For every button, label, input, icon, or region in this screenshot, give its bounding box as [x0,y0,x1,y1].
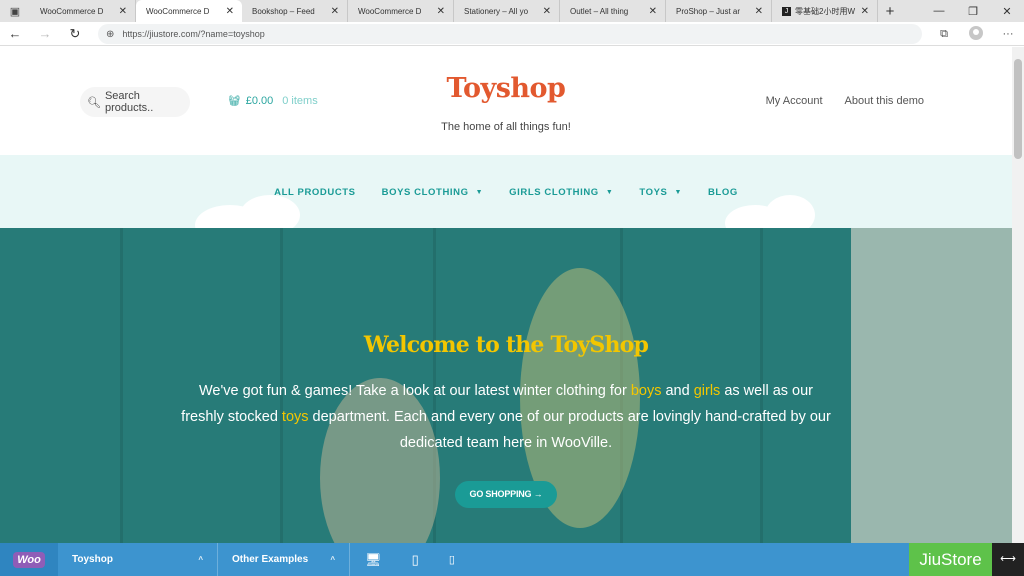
tab-label: WooCommerce D [40,6,104,16]
browser-tab[interactable]: WooCommerce D ✕ [30,0,136,22]
nav-item[interactable]: BLOG [708,187,738,198]
hero-title: Welcome to the ToyShop [363,332,649,358]
site-header: 🔍︎ Search products.. 🧺︎ £0.00 0 items To… [0,47,1012,165]
hero-text-segment: department. Each and every one of our pr… [308,409,831,451]
demo-bar: Woo Toyshop ^ Other Examples ^ 🖥︎ ▯ ▯ Ji… [0,543,1024,576]
go-shopping-button[interactable]: GO SHOPPING → [455,481,557,508]
forward-icon[interactable]: → [30,26,60,41]
browser-toolbar: ← → ↻ ⊕ https://jiustore.com/?name=toysh… [0,22,1024,46]
other-examples-select[interactable]: Other Examples ^ [218,543,350,576]
restore-icon[interactable]: ❐ [956,0,990,22]
other-examples-label: Other Examples [232,554,309,565]
globe-icon: ⊕ [106,28,115,40]
main-navigation: ALL PRODUCTS BOYS CLOTHING ▼ GIRLS CLOTHING… [0,187,1012,198]
device-switcher: 🖥︎ ▯ ▯ [350,543,470,576]
close-tab-icon[interactable]: ✕ [119,6,127,17]
collapse-bar-icon[interactable]: ⟷ [992,543,1024,576]
current-demo-select[interactable]: Toyshop ^ [58,543,218,576]
hero-banner: Welcome to the ToyShop We've got fun & g… [0,228,1012,543]
nav-item-label: ALL PRODUCTS [274,187,356,198]
close-tab-icon[interactable]: ✕ [755,6,763,17]
reload-icon[interactable]: ↻ [60,26,90,42]
tab-actions-icon[interactable]: ▣ [0,0,30,22]
close-window-icon[interactable]: ✕ [990,0,1024,22]
tab-label: 零基础2小时用W [795,6,855,16]
scallop-border [0,155,1012,163]
tab-favicon-icon: J [782,6,791,16]
chevron-down-icon: ▼ [475,189,484,196]
toys-link[interactable]: toys [282,409,309,425]
nav-item[interactable]: BOYS CLOTHING ▼ [382,187,484,198]
tab-label: WooCommerce D [146,6,210,16]
address-bar[interactable]: ⊕ https://jiustore.com/?name=toyshop [98,24,922,44]
browser-tab[interactable]: WooCommerce D ✕ [348,0,454,22]
browser-tab[interactable]: Stationery – All yo ✕ [454,0,560,22]
site-tagline: The home of all things fun! [441,121,571,133]
window-controls: — ❐ ✕ [922,0,1024,22]
my-account-link[interactable]: My Account [766,95,823,107]
close-tab-icon[interactable]: ✕ [649,6,657,17]
browser-tab[interactable]: Outlet – All thing ✕ [560,0,666,22]
tab-label: Bookshop – Feed [252,6,315,16]
current-demo-label: Toyshop [72,554,113,565]
minimize-icon[interactable]: — [922,0,956,22]
tab-label: WooCommerce D [358,6,422,16]
mobile-icon[interactable]: ▯ [449,553,455,566]
desktop-icon[interactable]: 🖥︎ [365,552,382,568]
tab-label: Stationery – All yo [464,6,529,16]
hero-text: We've got fun & games! Take a look at ou… [176,378,836,456]
close-tab-icon[interactable]: ✕ [226,6,234,17]
avatar [969,25,983,40]
more-menu-icon[interactable]: ··· [992,28,1024,40]
extensions-icon[interactable]: ⧉ [928,28,960,41]
girls-link[interactable]: girls [694,383,721,399]
nav-item-label: BLOG [707,187,738,198]
browser-tab[interactable]: ProShop – Just ar ✕ [666,0,772,22]
url-text[interactable]: https://jiustore.com/?name=toyshop [122,29,264,39]
woo-logo[interactable]: Woo [0,543,58,576]
close-tab-icon[interactable]: ✕ [861,6,869,17]
header-links: My Account About this demo [744,95,924,107]
chevron-down-icon: ▼ [605,189,614,196]
hero-text-segment: and [661,383,694,399]
browser-tab[interactable]: Bookshop – Feed ✕ [242,0,348,22]
nav-item[interactable]: TOYS ▼ [639,187,682,198]
about-demo-link[interactable]: About this demo [845,95,925,107]
nav-item-label: BOYS CLOTHING [381,187,469,198]
page-scrollbar[interactable] [1012,47,1024,543]
close-tab-icon[interactable]: ✕ [543,6,551,17]
chevron-down-icon: ▼ [674,189,682,196]
browser-tabstrip: ▣ WooCommerce D ✕ WooCommerce D ✕ Bookshop –… [0,0,1024,22]
nav-item-label: GIRLS CLOTHING [509,187,599,198]
nav-item[interactable]: GIRLS CLOTHING ▼ [509,187,613,198]
browser-tab[interactable]: J 零基础2小时用W ✕ [772,0,878,22]
jiustore-brand[interactable]: JiuStore [909,543,992,576]
chevron-up-icon: ^ [330,555,335,564]
close-tab-icon[interactable]: ✕ [437,6,445,17]
nav-item-label: TOYS [639,187,668,198]
chevron-up-icon: ^ [198,555,203,564]
nav-item[interactable]: ALL PRODUCTS [274,187,355,198]
tab-label: ProShop – Just ar [676,6,741,16]
hero-text-segment: We've got fun & games! Take a look at ou… [199,383,631,399]
browser-tab[interactable]: WooCommerce D ✕ [136,0,242,22]
boys-link[interactable]: boys [631,383,662,399]
profile-button[interactable] [960,25,992,43]
tablet-icon[interactable]: ▯ [412,552,419,568]
close-tab-icon[interactable]: ✕ [331,6,339,17]
tab-label: Outlet – All thing [570,6,629,16]
new-tab-button[interactable]: + [878,0,902,22]
back-icon[interactable]: ← [0,26,30,41]
woo-logo-text: Woo [13,551,45,568]
scroll-thumb[interactable] [1014,59,1022,159]
page-viewport: 🔍︎ Search products.. 🧺︎ £0.00 0 items To… [0,47,1012,543]
